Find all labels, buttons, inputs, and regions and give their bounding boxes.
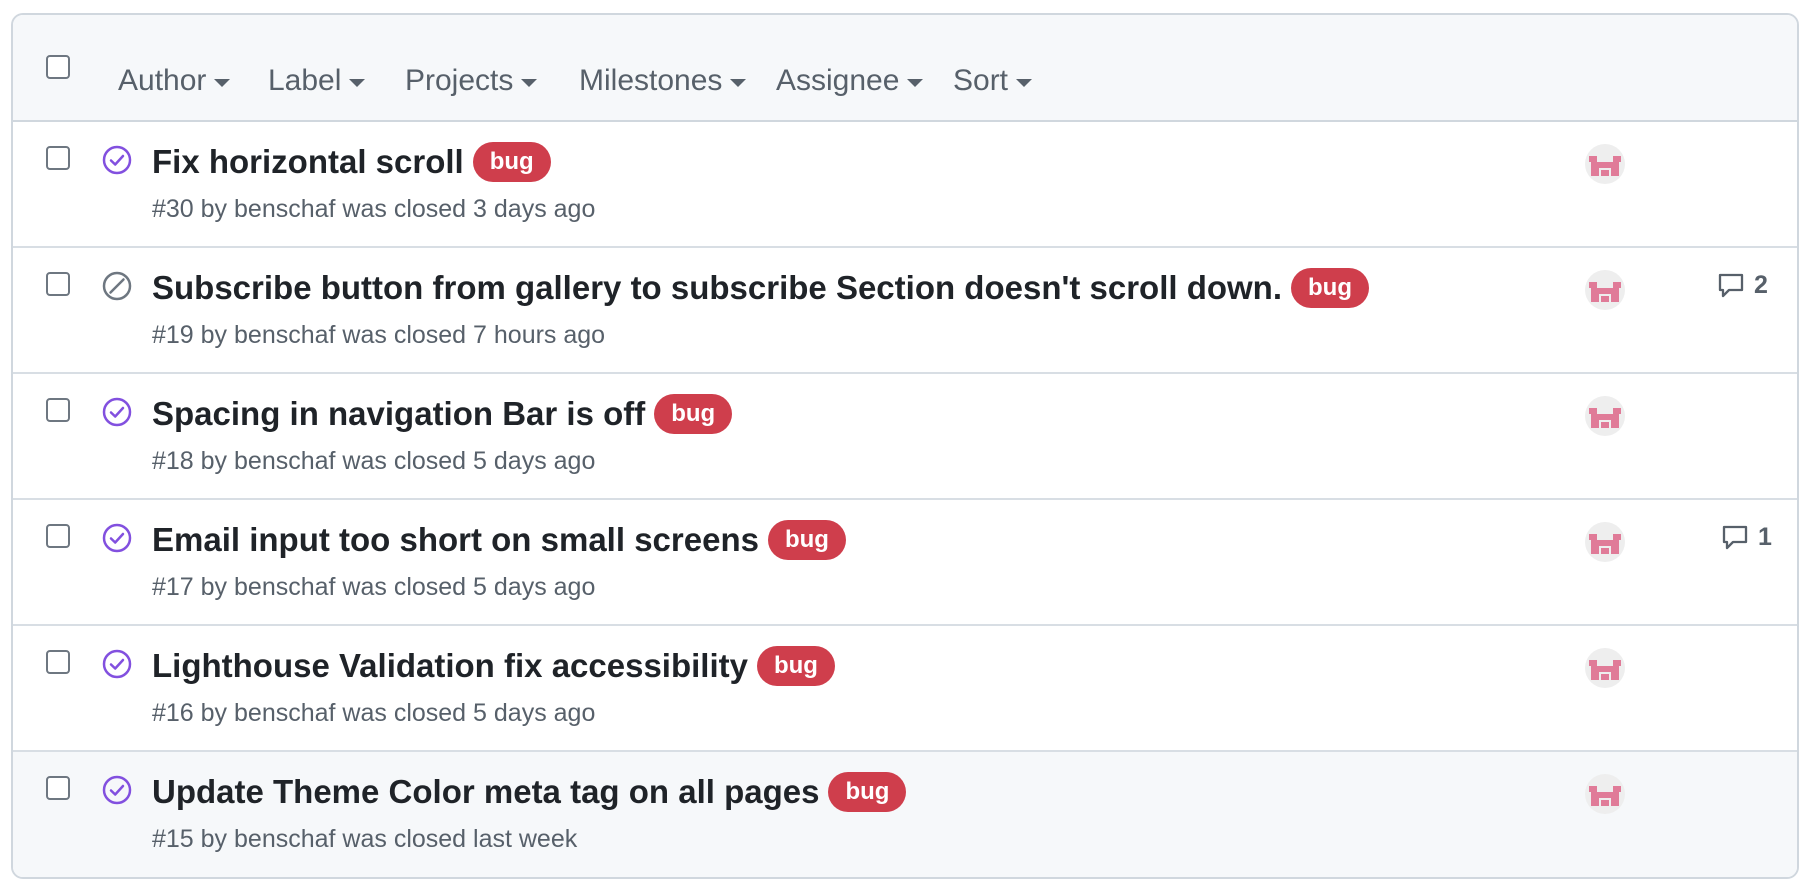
issue-checkbox[interactable] (46, 398, 70, 422)
identicon-icon (1589, 660, 1621, 680)
filter-assignee-label: Assignee (776, 64, 900, 97)
issue-row: Spacing in navigation Bar is off bug #18… (13, 374, 1797, 500)
issue-title-link[interactable]: Lighthouse Validation fix accessibility (152, 646, 748, 686)
issue-row: Subscribe button from gallery to subscri… (13, 248, 1797, 374)
issue-title-link[interactable]: Update Theme Color meta tag on all pages (152, 772, 819, 812)
issue-label-bug[interactable]: bug (828, 772, 907, 812)
filter-sort[interactable]: Sort (953, 63, 1033, 99)
issue-checkbox[interactable] (46, 524, 70, 548)
filter-author-label: Author (118, 64, 207, 97)
issue-label-bug[interactable]: bug (654, 394, 733, 434)
comment-icon (1722, 525, 1748, 550)
issue-checkbox[interactable] (46, 146, 70, 170)
issue-meta: #19 by benschaf was closed 7 hours ago (152, 321, 606, 349)
assignee-avatar[interactable] (1585, 144, 1625, 184)
issue-label-bug[interactable]: bug (1291, 268, 1369, 308)
issue-meta: #16 by benschaf was closed 5 days ago (152, 699, 596, 727)
issue-title-line: Spacing in navigation Bar is off bug (152, 394, 733, 434)
filter-author[interactable]: Author (118, 63, 231, 99)
issues-list-box: Author Label Projects Milestones Assigne… (11, 13, 1799, 879)
identicon-icon (1589, 282, 1621, 302)
identicon-icon (1589, 534, 1621, 554)
identicon-icon (1589, 408, 1621, 428)
filter-milestones-label: Milestones (579, 64, 723, 97)
comments-count: 2 (1754, 270, 1768, 299)
issue-title-link[interactable]: Email input too short on small screens (152, 520, 759, 560)
assignee-avatar[interactable] (1585, 396, 1625, 436)
filter-label[interactable]: Label (268, 63, 366, 99)
closed-not-planned-icon (102, 271, 132, 301)
comments-link[interactable]: 1 (1720, 522, 1772, 552)
assignee-avatar[interactable] (1585, 522, 1625, 562)
assignee-avatar[interactable] (1585, 270, 1625, 310)
comments-count: 1 (1758, 522, 1772, 551)
closed-completed-icon (102, 649, 132, 679)
filter-projects-label: Projects (405, 64, 514, 97)
issue-meta: #30 by benschaf was closed 3 days ago (152, 195, 596, 223)
issues-list-header: Author Label Projects Milestones Assigne… (13, 15, 1797, 122)
issue-meta: #17 by benschaf was closed 5 days ago (152, 573, 596, 601)
issue-title-link[interactable]: Fix horizontal scroll (152, 142, 464, 182)
issue-row: Fix horizontal scroll bug #30 by benscha… (13, 122, 1797, 248)
issue-checkbox[interactable] (46, 776, 70, 800)
filter-bar: Author Label Projects Milestones Assigne… (13, 15, 1797, 120)
issue-row: Update Theme Color meta tag on all pages… (13, 752, 1797, 877)
assignee-avatar[interactable] (1585, 774, 1625, 814)
issue-label-bug[interactable]: bug (756, 646, 835, 686)
closed-completed-icon (102, 397, 132, 427)
caret-down-icon (730, 78, 747, 87)
issue-checkbox[interactable] (46, 650, 70, 674)
identicon-icon (1589, 156, 1621, 176)
filter-projects[interactable]: Projects (405, 63, 538, 99)
caret-down-icon (214, 78, 231, 87)
issue-meta: #18 by benschaf was closed 5 days ago (152, 447, 596, 475)
filter-assignee[interactable]: Assignee (776, 63, 924, 99)
caret-down-icon (1016, 78, 1033, 87)
issue-title-line: Update Theme Color meta tag on all pages… (152, 772, 907, 812)
issue-title-link[interactable]: Spacing in navigation Bar is off (152, 394, 645, 434)
issue-title-line: Lighthouse Validation fix accessibility … (152, 646, 835, 686)
issue-checkbox[interactable] (46, 272, 70, 296)
issue-row: Lighthouse Validation fix accessibility … (13, 626, 1797, 752)
assignee-avatar[interactable] (1585, 648, 1625, 688)
filter-label-label: Label (268, 64, 342, 97)
closed-completed-icon (102, 145, 132, 175)
closed-completed-icon (102, 523, 132, 553)
filter-milestones[interactable]: Milestones (579, 63, 747, 99)
issue-label-bug[interactable]: bug (472, 142, 551, 182)
comments-link[interactable]: 2 (1716, 270, 1768, 300)
identicon-icon (1589, 786, 1621, 806)
comment-icon (1718, 273, 1744, 298)
issue-title-link[interactable]: Subscribe button from gallery to subscri… (152, 268, 1282, 308)
caret-down-icon (521, 78, 538, 87)
issue-label-bug[interactable]: bug (767, 520, 846, 560)
issue-title-line: Fix horizontal scroll bug (152, 142, 551, 182)
caret-down-icon (907, 78, 924, 87)
closed-completed-icon (102, 775, 132, 805)
issue-title-line: Subscribe button from gallery to subscri… (152, 268, 1369, 308)
issue-meta: #15 by benschaf was closed last week (152, 825, 578, 853)
filter-sort-label: Sort (953, 64, 1009, 97)
issue-title-line: Email input too short on small screens b… (152, 520, 846, 560)
issue-row: Email input too short on small screens b… (13, 500, 1797, 626)
caret-down-icon (349, 78, 366, 87)
